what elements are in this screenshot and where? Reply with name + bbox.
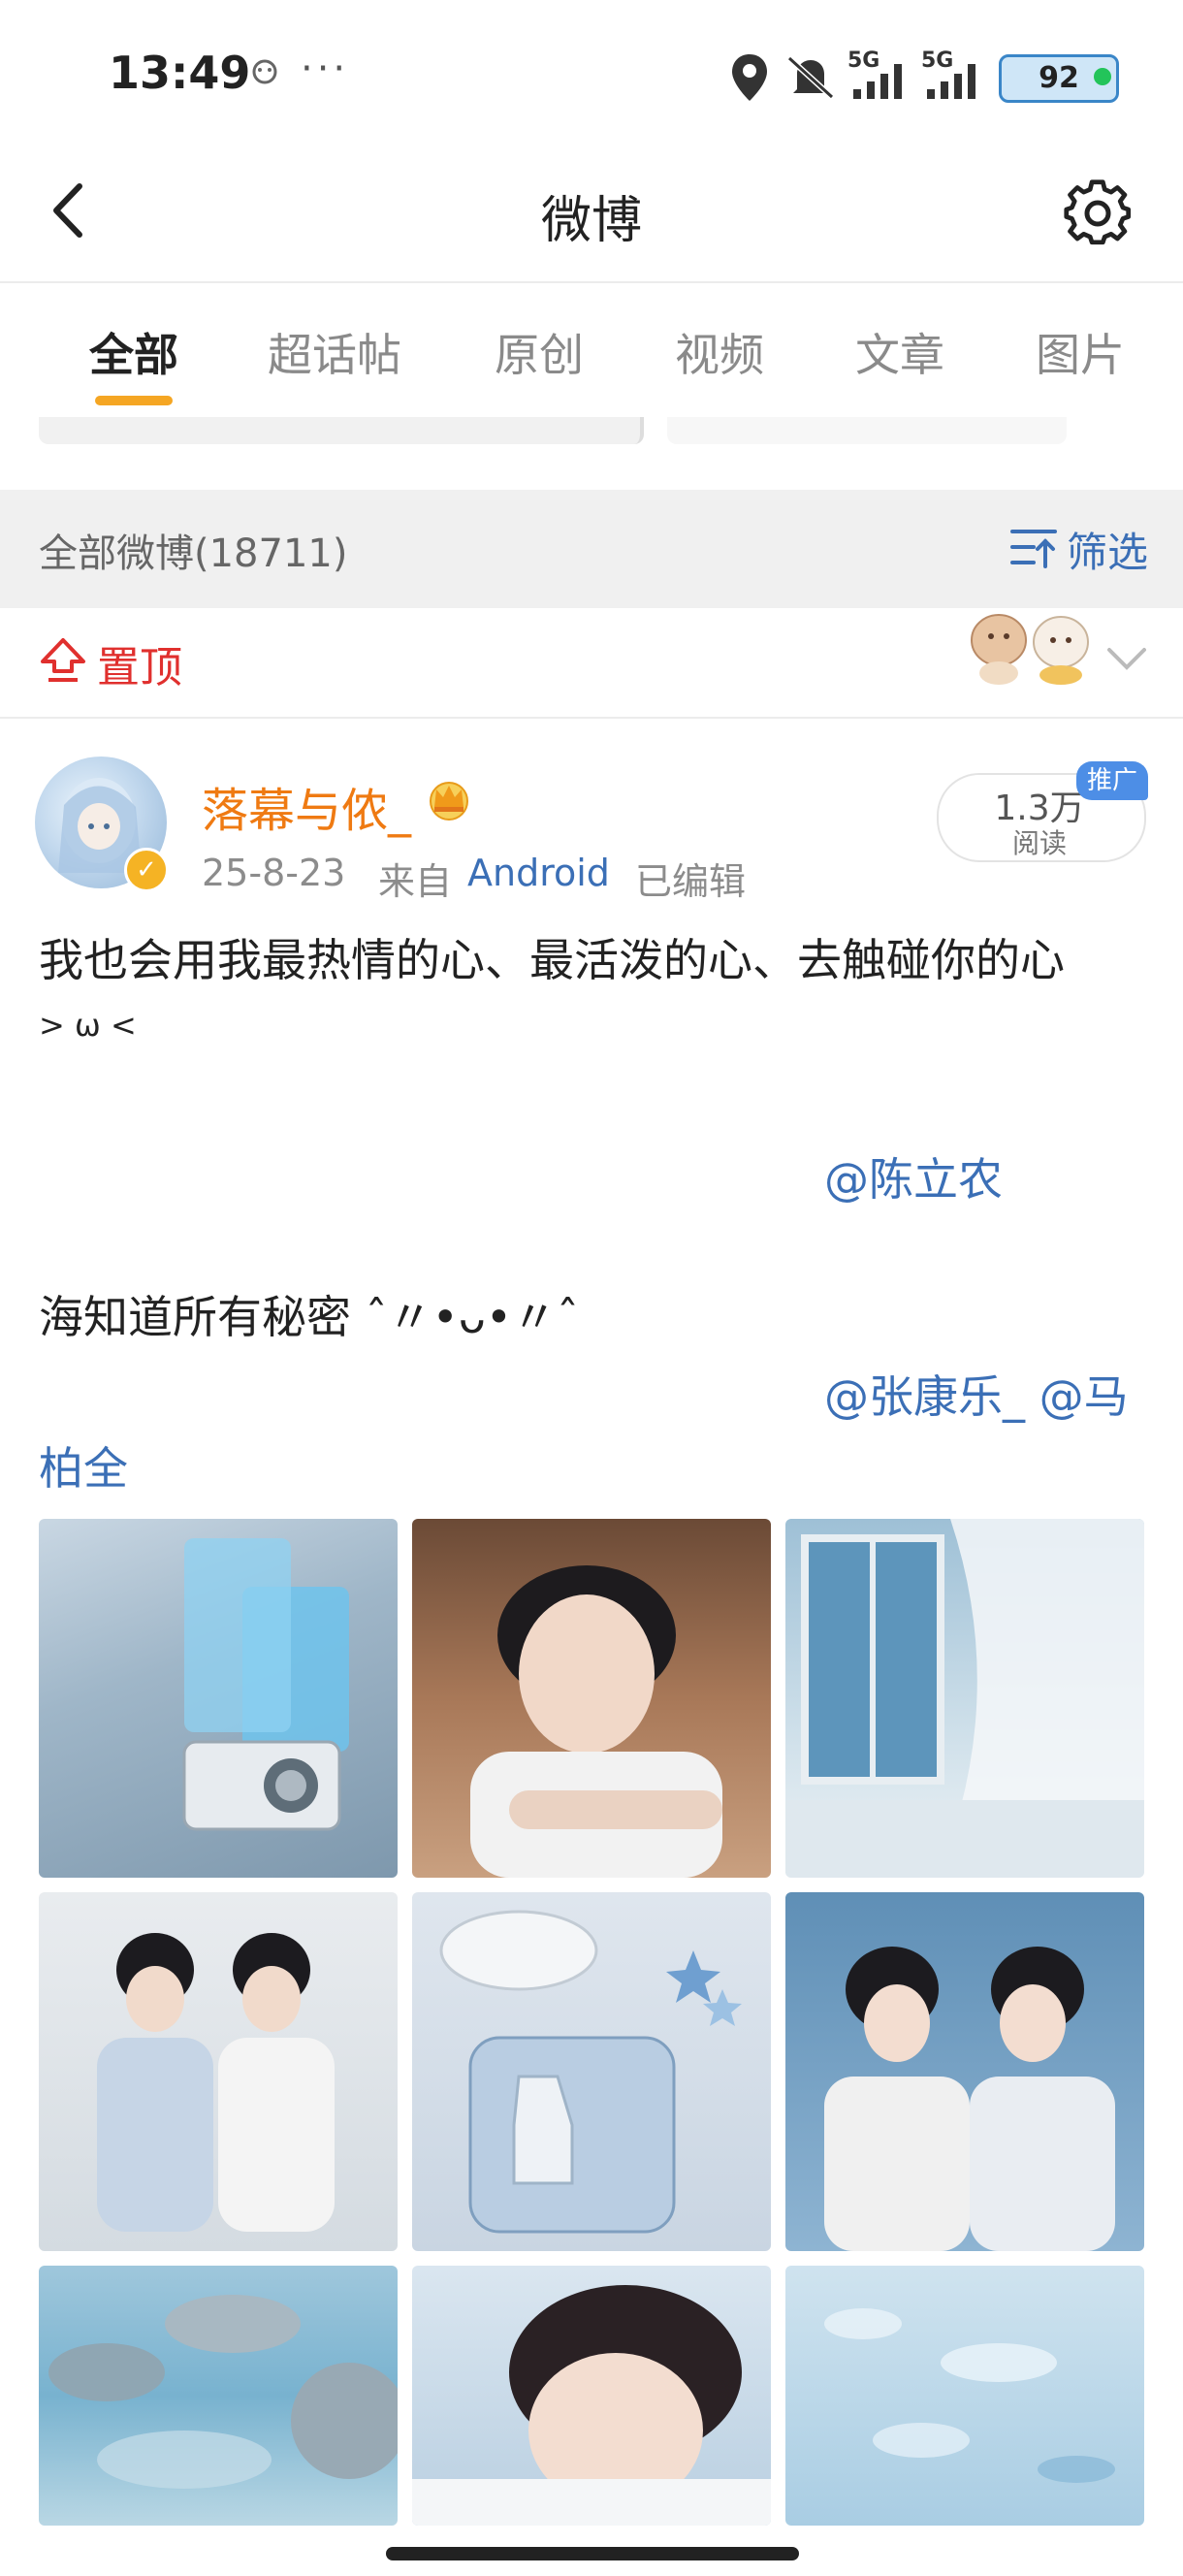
image-two-people-blue <box>824 1947 1115 2251</box>
pin-up-icon <box>41 638 85 682</box>
tab-all[interactable]: 全部 <box>89 320 178 384</box>
post-source-prefix: 来自 <box>378 860 453 903</box>
signal-icon <box>927 64 975 99</box>
post-text-line: 海知道所有秘密 ˆ〃•ᴗ•〃ˆ <box>39 1291 580 1343</box>
tab-images[interactable]: 图片 <box>1036 320 1125 384</box>
post-text-line: > ω < <box>39 1007 137 1044</box>
post-date: 25-8-23 <box>202 852 346 894</box>
card-fragment <box>39 417 644 444</box>
weibo-count: 全部微博(18711) <box>39 531 348 576</box>
settings-gear-icon[interactable] <box>1063 178 1133 248</box>
promo-badge[interactable]: 推广 <box>1076 761 1148 800</box>
signal-icon <box>853 64 902 99</box>
filter-icon[interactable] <box>1008 526 1059 570</box>
post-username[interactable]: 落幕与侬_ <box>202 772 411 840</box>
nav-divider <box>0 281 1183 283</box>
tab-video[interactable]: 视频 <box>675 320 764 384</box>
page-title: 微博 <box>540 192 642 250</box>
status-bar: 13:49 ··· 5G 5G 92 <box>0 0 1183 145</box>
crown-icon[interactable] <box>423 776 475 821</box>
post-image[interactable] <box>785 2266 1144 2526</box>
image-water-ripples <box>824 2308 1115 2483</box>
image-window-sea <box>785 1519 1144 1878</box>
location-icon <box>732 54 767 101</box>
privacy-dot <box>1094 68 1111 85</box>
image-portrait <box>470 1565 722 1878</box>
mute-icon <box>786 55 835 100</box>
active-tab-indicator <box>95 396 173 405</box>
tab-article[interactable]: 文章 <box>855 320 944 384</box>
post-image[interactable] <box>412 2266 771 2526</box>
tab-super-topic[interactable]: 超话帖 <box>268 320 401 384</box>
status-more-dots: ··· <box>301 47 350 91</box>
post-image[interactable] <box>412 1892 771 2251</box>
mention-link[interactable]: @陈立农 <box>824 1144 1003 1208</box>
chevron-down-icon[interactable] <box>1105 644 1148 673</box>
mascot-stickers-icon <box>971 614 1089 685</box>
mention-link[interactable]: @张康乐_ @马 <box>824 1362 1129 1426</box>
post-text-line: 我也会用我最热情的心、最活泼的心、去触碰你的心 <box>39 934 1065 986</box>
post-image[interactable] <box>39 1892 398 2251</box>
home-indicator[interactable] <box>386 2547 799 2560</box>
post-image[interactable] <box>39 1519 398 1878</box>
post-image[interactable] <box>785 1892 1144 2251</box>
filter-button[interactable]: 筛选 <box>1067 520 1148 579</box>
image-two-people <box>97 1933 335 2232</box>
mention-link[interactable]: 柏全 <box>39 1433 128 1497</box>
post-image[interactable] <box>785 1519 1144 1878</box>
verified-badge-icon: ✓ <box>124 848 169 892</box>
status-time: 13:49 <box>109 47 251 99</box>
notification-icon <box>252 59 277 84</box>
image-glasses-camera <box>182 1538 349 1831</box>
post-source[interactable]: Android <box>467 852 610 894</box>
tab-original[interactable]: 原创 <box>495 320 584 384</box>
post-edited: 已编辑 <box>635 860 747 903</box>
image-rocks-water <box>48 2295 398 2489</box>
card-fragment <box>667 417 1067 444</box>
pinned-label: 置顶 <box>97 643 182 692</box>
reads-label: 阅读 <box>1011 827 1067 859</box>
image-portrait-lying <box>412 2285 771 2526</box>
post-image[interactable] <box>39 2266 398 2526</box>
image-teacup-stars <box>439 1910 742 2234</box>
post-image[interactable] <box>412 1519 771 1878</box>
